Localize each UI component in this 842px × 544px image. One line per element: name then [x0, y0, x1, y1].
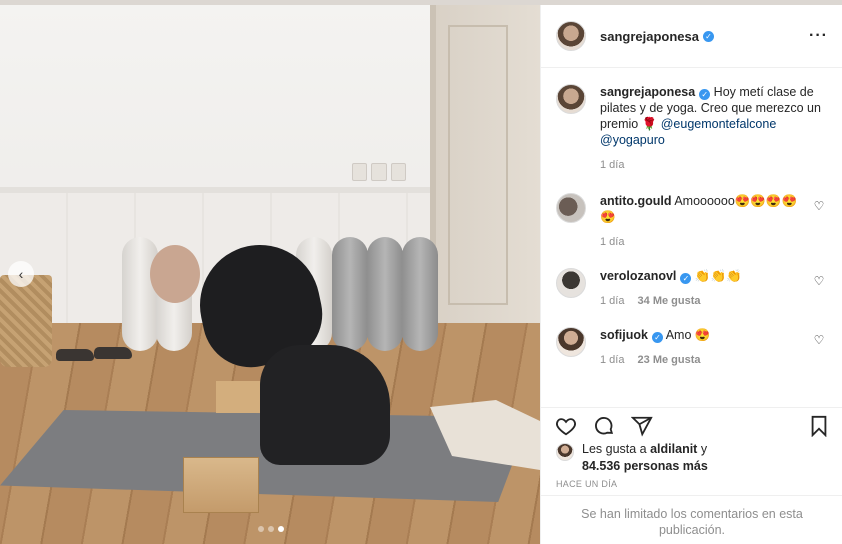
comments-list: sangrejaponesa ✓ Hoy metí clase de pilate… — [541, 68, 842, 406]
carousel-dots — [258, 526, 284, 532]
comment-text: 👏👏👏 — [694, 269, 742, 283]
photo-yoga-block — [183, 457, 259, 513]
comments-limited-notice: Se han limitado los comentarios en esta … — [541, 495, 842, 544]
verified-badge-icon: ✓ — [680, 273, 692, 284]
comment-like-button[interactable]: ♡ — [812, 199, 826, 213]
comment-time[interactable]: 1 día — [600, 354, 624, 366]
likes-text: Les gusta a aldilanit y 84.536 personas … — [582, 441, 708, 475]
caption-text-block: sangrejaponesa ✓ Hoy metí clase de pilate… — [600, 84, 826, 173]
liker-username[interactable]: aldilanit — [650, 442, 697, 456]
verified-badge-icon: ✓ — [703, 30, 714, 42]
list-item: verolozanovl ✓ 👏👏👏 1 día 34 Me gusta ♡ — [556, 268, 826, 309]
heart-icon — [556, 417, 576, 435]
photo-door — [430, 5, 540, 335]
heart-icon: ♡ — [813, 199, 825, 213]
post-header: sangrejaponesa ✓ ··· — [541, 5, 842, 68]
post-side-panel: sangrejaponesa ✓ ··· sangrejaponesa ✓ Hoy… — [540, 5, 842, 544]
carousel-dot-active — [278, 526, 284, 532]
bookmark-icon — [811, 415, 827, 437]
post-timestamp[interactable]: HACE UN DÍA — [556, 479, 617, 489]
comment-meta: 1 día — [600, 234, 812, 250]
caption-mention[interactable]: @eugemontefalcone — [661, 117, 777, 131]
carousel-prev-button[interactable]: ‹ — [8, 261, 34, 287]
author-avatar[interactable] — [556, 21, 586, 51]
photo-person — [150, 233, 390, 475]
photo-outlets — [352, 163, 406, 181]
author-avatar[interactable] — [556, 84, 586, 114]
comment-button[interactable] — [593, 415, 615, 437]
author-username[interactable]: sangrejaponesa — [600, 29, 699, 44]
send-icon — [631, 416, 653, 437]
more-options-button[interactable]: ··· — [809, 27, 828, 45]
likes-summary: Les gusta a aldilanit y 84.536 personas … — [556, 441, 708, 475]
photo-shoes — [56, 345, 136, 363]
share-button[interactable] — [631, 415, 653, 437]
caption: sangrejaponesa ✓ Hoy metí clase de pilate… — [556, 84, 826, 173]
caption-meta: 1 día — [600, 157, 826, 173]
list-item: antito.gould Amoooooo😍😍😍😍😍 1 día ♡ — [556, 193, 826, 250]
commenter-avatar[interactable] — [556, 193, 586, 223]
caption-mention[interactable]: @yogapuro — [600, 133, 665, 147]
photo-basket — [0, 275, 52, 367]
comment-text-block: sofijuok ✓ Amo 😍 1 día 23 Me gusta — [600, 327, 812, 368]
comment-like-button[interactable]: ♡ — [812, 333, 826, 347]
liker-avatar[interactable] — [556, 443, 574, 461]
photo-bolster — [122, 237, 158, 351]
comment-icon — [595, 416, 614, 434]
comment-username[interactable]: antito.gould — [600, 194, 672, 208]
chevron-left-icon: ‹ — [18, 266, 24, 282]
comment-username[interactable]: sofijuok — [600, 328, 648, 342]
like-button[interactable] — [555, 415, 577, 437]
verified-badge-icon: ✓ — [651, 332, 663, 343]
commenter-avatar[interactable] — [556, 268, 586, 298]
comment-meta: 1 día 34 Me gusta — [600, 293, 812, 309]
caption-time[interactable]: 1 día — [600, 159, 624, 171]
comment-time[interactable]: 1 día — [600, 295, 624, 307]
comment-text: Amo 😍 — [665, 328, 711, 342]
more-horizontal-icon: ··· — [809, 27, 828, 44]
comment-likes[interactable]: 34 Me gusta — [638, 295, 701, 307]
caption-username[interactable]: sangrejaponesa — [600, 85, 695, 99]
comment-username[interactable]: verolozanovl — [600, 269, 676, 283]
carousel-dot — [268, 526, 274, 532]
post-photo[interactable]: ‹ — [0, 5, 540, 544]
likes-prefix: Les gusta a — [582, 442, 651, 456]
photo-bolster — [402, 237, 438, 351]
heart-icon: ♡ — [813, 333, 825, 347]
comment-like-button[interactable]: ♡ — [812, 274, 826, 288]
save-button[interactable] — [809, 415, 829, 437]
comment-text-block: verolozanovl ✓ 👏👏👏 1 día 34 Me gusta — [600, 268, 812, 309]
list-item: sofijuok ✓ Amo 😍 1 día 23 Me gusta ♡ — [556, 327, 826, 368]
likes-count[interactable]: 84.536 personas más — [582, 459, 708, 473]
comment-meta: 1 día 23 Me gusta — [600, 352, 812, 368]
comment-time[interactable]: 1 día — [600, 236, 624, 248]
heart-icon: ♡ — [813, 274, 825, 288]
verified-badge-icon: ✓ — [699, 89, 711, 100]
comment-likes[interactable]: 23 Me gusta — [638, 354, 701, 366]
comment-text-block: antito.gould Amoooooo😍😍😍😍😍 1 día — [600, 193, 812, 250]
likes-suffix: y — [697, 442, 708, 456]
carousel-dot — [258, 526, 264, 532]
post-actions-bar — [541, 407, 842, 443]
commenter-avatar[interactable] — [556, 327, 586, 357]
